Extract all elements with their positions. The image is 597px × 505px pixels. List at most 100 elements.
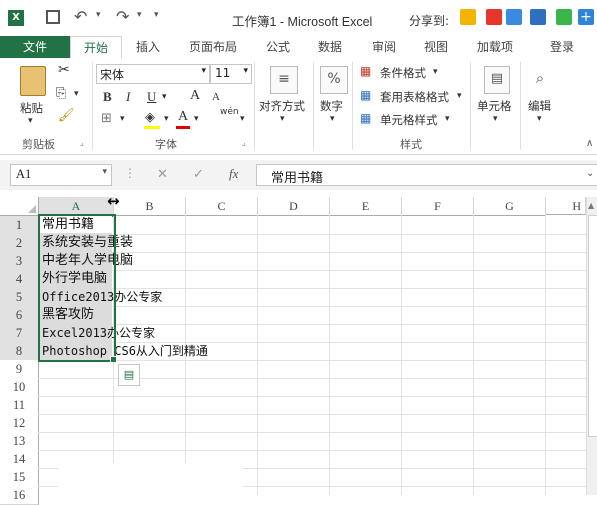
row-header[interactable]: 13: [0, 432, 39, 451]
underline-dropdown-icon[interactable]: ▾: [162, 92, 167, 102]
row-header[interactable]: 6: [0, 306, 39, 325]
scrollbar-thumb[interactable]: [588, 215, 597, 437]
row-header[interactable]: 12: [0, 414, 39, 433]
row-header[interactable]: 16: [0, 486, 39, 505]
column-header-b[interactable]: B: [114, 197, 186, 216]
share-renren-icon[interactable]: [530, 9, 546, 25]
redo-icon[interactable]: ↷: [116, 7, 129, 26]
formula-input[interactable]: 常用书籍: [256, 164, 597, 186]
format-painter-icon[interactable]: 🖌: [58, 108, 75, 123]
column-header-g[interactable]: G: [474, 197, 546, 216]
font-color-dropdown-icon[interactable]: ▾: [194, 114, 199, 124]
share-more-icon[interactable]: +: [578, 9, 594, 25]
sign-in-link[interactable]: 登录: [542, 36, 582, 58]
confirm-entry-button[interactable]: ✓: [193, 167, 204, 182]
shrink-font-button[interactable]: A: [212, 91, 220, 103]
cell-a2[interactable]: 系统安装与重装: [42, 234, 133, 252]
tab-file[interactable]: 文件: [0, 36, 70, 58]
underline-button[interactable]: U: [147, 89, 156, 105]
row-header[interactable]: 9: [0, 360, 39, 379]
clipboard-launcher-icon[interactable]: ⌟: [80, 138, 84, 147]
fill-color-icon[interactable]: ◈: [145, 110, 155, 125]
tab-insert[interactable]: 插入: [126, 36, 170, 58]
cell-a3[interactable]: 中老年人学电脑: [42, 252, 133, 270]
tab-formulas[interactable]: 公式: [256, 36, 300, 58]
paste-dropdown-icon[interactable]: ▾: [28, 116, 33, 126]
fill-color-dropdown-icon[interactable]: ▾: [164, 114, 169, 124]
row-header[interactable]: 8: [0, 342, 39, 361]
number-format-button[interactable]: 数字: [320, 98, 343, 114]
quick-analysis-icon[interactable]: ▤: [118, 364, 140, 386]
bold-button[interactable]: B: [103, 89, 112, 105]
alignment-button[interactable]: 对齐方式: [259, 98, 305, 114]
editing-dropdown-icon[interactable]: ▾: [537, 114, 542, 124]
row-header[interactable]: 10: [0, 378, 39, 397]
column-header-e[interactable]: E: [330, 197, 402, 216]
percent-icon[interactable]: %: [320, 66, 348, 94]
row-header[interactable]: 1: [0, 216, 39, 235]
paste-icon[interactable]: [20, 66, 46, 96]
alignment-dropdown-icon[interactable]: ▾: [280, 114, 285, 124]
redo-dropdown-icon[interactable]: ▾: [137, 10, 142, 20]
row-header[interactable]: 4: [0, 270, 39, 289]
share-wechat-icon[interactable]: [556, 9, 572, 25]
tab-page-layout[interactable]: 页面布局: [180, 36, 246, 58]
cell-a1[interactable]: 常用书籍: [42, 216, 94, 234]
cell-styles-button[interactable]: 单元格样式: [380, 112, 438, 128]
phonetic-dropdown-icon[interactable]: ▾: [240, 114, 245, 124]
share-qq-icon[interactable]: [460, 9, 476, 25]
row-header[interactable]: 15: [0, 468, 39, 487]
undo-icon[interactable]: ↶: [74, 7, 87, 26]
font-size-select[interactable]: 11 ▾: [210, 64, 252, 84]
cancel-entry-button[interactable]: ✕: [157, 167, 168, 182]
tab-addins[interactable]: 加载项: [468, 36, 522, 58]
alignment-icon[interactable]: ≡: [270, 66, 298, 94]
row-header[interactable]: 2: [0, 234, 39, 253]
row-header[interactable]: 7: [0, 324, 39, 343]
insert-function-button[interactable]: fx: [229, 166, 238, 182]
cells-dropdown-icon[interactable]: ▾: [493, 114, 498, 124]
excel-logo-icon[interactable]: X: [8, 10, 24, 26]
cell-a5[interactable]: Office2013办公专家: [42, 288, 162, 306]
conditional-format-button[interactable]: 条件格式: [380, 65, 426, 81]
tab-review[interactable]: 审阅: [362, 36, 406, 58]
cell-a6[interactable]: 黑客攻防: [42, 306, 94, 324]
scroll-up-icon[interactable]: ▲: [588, 201, 594, 210]
copy-icon[interactable]: ⎘: [56, 86, 66, 101]
binoculars-icon[interactable]: ⌕: [528, 66, 552, 92]
tab-view[interactable]: 视图: [414, 36, 458, 58]
font-launcher-icon[interactable]: ⌟: [242, 138, 246, 147]
borders-dropdown-icon[interactable]: ▾: [120, 114, 125, 124]
select-all-corner[interactable]: [0, 197, 39, 216]
borders-icon[interactable]: ⊞: [101, 111, 112, 126]
row-header[interactable]: 14: [0, 450, 39, 469]
font-color-button[interactable]: A: [178, 109, 188, 125]
fill-handle[interactable]: [110, 356, 117, 363]
chevron-down-icon[interactable]: ▾: [445, 114, 450, 124]
cells-button[interactable]: 单元格: [477, 98, 512, 114]
column-header-d[interactable]: D: [258, 197, 330, 216]
paste-button[interactable]: 粘贴: [20, 100, 43, 116]
save-icon[interactable]: [46, 10, 60, 24]
chevron-down-icon[interactable]: ▾: [457, 91, 462, 101]
undo-dropdown-icon[interactable]: ▾: [96, 10, 101, 20]
share-qzone-icon[interactable]: [506, 9, 522, 25]
cells-icon[interactable]: ▤: [484, 66, 510, 94]
column-header-a[interactable]: A: [39, 197, 114, 217]
share-weibo-icon[interactable]: [486, 9, 502, 25]
column-header-f[interactable]: F: [402, 197, 474, 216]
column-header-h[interactable]: H: [546, 197, 586, 215]
tab-home[interactable]: 开始: [70, 36, 122, 60]
row-header[interactable]: 5: [0, 288, 39, 307]
cell-a7[interactable]: Excel2013办公专家: [42, 324, 155, 342]
column-header-c[interactable]: C: [186, 197, 258, 216]
chevron-down-icon[interactable]: ▾: [433, 67, 438, 77]
row-header[interactable]: 3: [0, 252, 39, 271]
collapse-ribbon-icon[interactable]: ∧: [586, 138, 593, 149]
number-dropdown-icon[interactable]: ▾: [330, 114, 335, 124]
font-name-select[interactable]: 宋体 ▾: [96, 64, 210, 84]
editing-button[interactable]: 编辑: [528, 98, 551, 114]
vertical-scrollbar[interactable]: ▲: [586, 197, 597, 495]
cell-a4[interactable]: 外行学电脑: [42, 270, 107, 288]
tab-data[interactable]: 数据: [308, 36, 352, 58]
